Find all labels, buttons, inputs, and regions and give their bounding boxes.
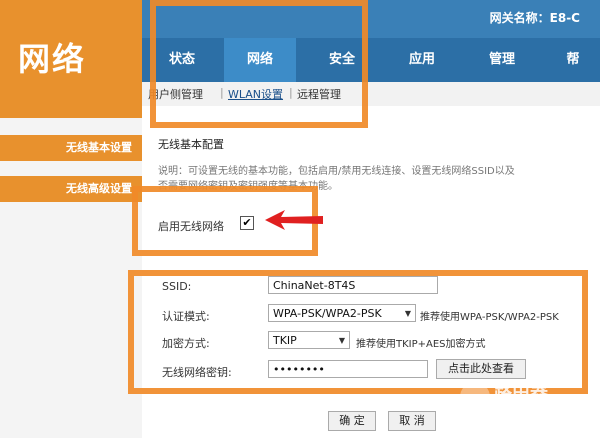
gateway-name: 网关名称：E8-C: [489, 11, 580, 25]
ok-button[interactable]: 确 定: [328, 411, 376, 431]
watermark: 路由器 luyouqi.com: [494, 378, 549, 412]
sidebar: 无线基本设置 无线高级设置: [0, 118, 142, 438]
watermark-sub: luyouqi.com: [494, 402, 550, 412]
cancel-button[interactable]: 取 消: [388, 411, 436, 431]
tab-management[interactable]: 管理: [466, 38, 538, 82]
highlight-nav-box: [150, 0, 368, 128]
page-logo: 网络: [18, 40, 87, 78]
tab-help[interactable]: 帮: [546, 38, 600, 82]
highlight-settings-box: [128, 270, 588, 394]
red-arrow-icon: [265, 210, 323, 230]
watermark-text: 路由器: [494, 382, 548, 403]
description-line-1: 说明：可设置无线的基本功能，包括启用/禁用无线连接、设置无线网络SSID以及: [158, 166, 515, 177]
section-title: 无线基本配置: [158, 138, 224, 151]
sidebar-item-basic[interactable]: 无线基本设置: [0, 135, 142, 161]
watermark-logo-icon: [460, 382, 490, 412]
header-logo-area: 网络: [0, 0, 142, 118]
router-admin-screenshot: 网络 网关名称：E8-C 状态 网络 安全 应用 管理 帮 用户侧管理 | WL…: [0, 0, 600, 438]
tab-applications[interactable]: 应用: [386, 38, 458, 82]
sidebar-item-advanced[interactable]: 无线高级设置: [0, 176, 142, 202]
